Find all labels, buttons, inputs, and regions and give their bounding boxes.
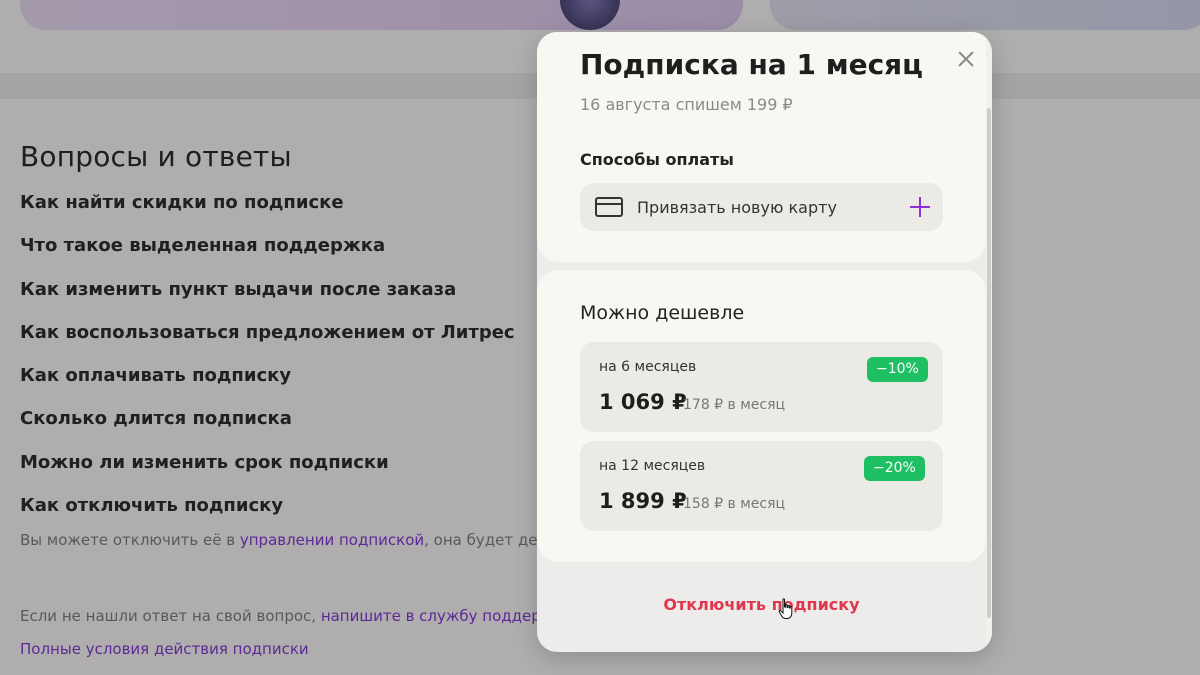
credit-card-icon (595, 197, 623, 217)
offer-6-months[interactable]: на 6 месяцев −10% 1 069 ₽ 178 ₽ в месяц (580, 342, 943, 432)
offer-price-per-month: 178 ₽ в месяц (683, 397, 786, 413)
close-icon[interactable] (953, 46, 979, 72)
subscription-modal: Подписка на 1 месяц 16 августа спишем 19… (537, 32, 992, 652)
hand-pointer-icon (778, 598, 793, 619)
plus-icon (910, 197, 930, 217)
subscription-summary-card: Подписка на 1 месяц 16 августа спишем 19… (537, 32, 986, 262)
payment-methods-label: Способы оплаты (580, 150, 734, 169)
modal-scrollbar-thumb[interactable] (987, 108, 991, 618)
cheaper-offers-card: Можно дешевле на 6 месяцев −10% 1 069 ₽ … (537, 270, 986, 562)
offer-price: 1 899 ₽ (599, 489, 687, 513)
next-charge-text: 16 августа спишем 199 ₽ (580, 95, 793, 114)
offer-price-per-month: 158 ₽ в месяц (683, 496, 786, 512)
add-card-button[interactable]: Привязать новую карту (580, 183, 943, 231)
discount-badge: −10% (867, 357, 928, 382)
add-card-label: Привязать новую карту (637, 198, 837, 217)
cheaper-offers-title: Можно дешевле (580, 302, 745, 324)
offer-period: на 12 месяцев (599, 458, 706, 474)
offer-price: 1 069 ₽ (599, 390, 687, 414)
offer-period: на 6 месяцев (599, 359, 697, 375)
cancel-subscription-button[interactable]: Отключить подписку (537, 595, 986, 614)
modal-title: Подписка на 1 месяц (580, 48, 923, 81)
discount-badge: −20% (864, 456, 925, 481)
offer-12-months[interactable]: на 12 месяцев −20% 1 899 ₽ 158 ₽ в месяц (580, 441, 943, 531)
